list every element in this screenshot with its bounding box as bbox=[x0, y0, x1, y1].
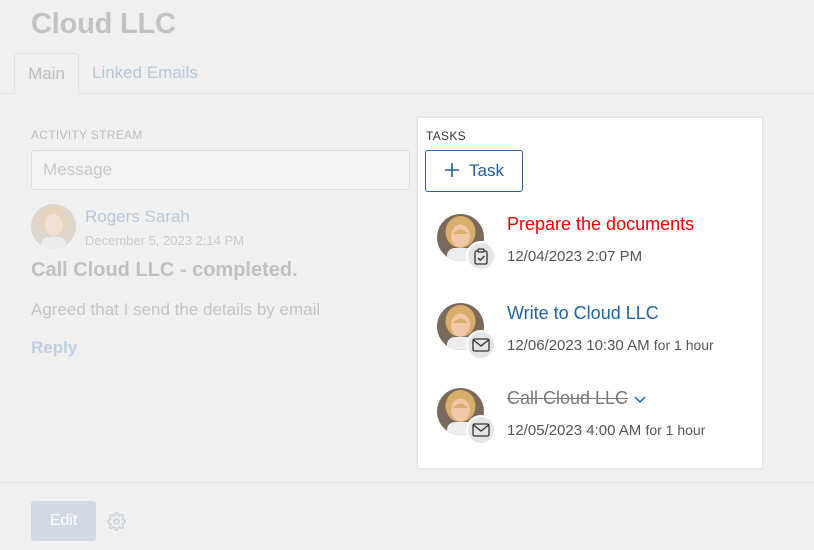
task-item: Call Cloud LLC 12/05/2023 4:00 AM for 1 … bbox=[418, 388, 764, 458]
task-datetime: 12/06/2023 10:30 AM for 1 hour bbox=[507, 337, 714, 354]
task-date: 12/04/2023 2:07 PM bbox=[507, 248, 643, 265]
reply-link[interactable]: Reply bbox=[31, 338, 77, 358]
task-duration: for 1 hour bbox=[645, 422, 706, 438]
footer-divider bbox=[0, 482, 814, 483]
task-title[interactable]: Write to Cloud LLC bbox=[507, 303, 659, 324]
tab-main[interactable]: Main bbox=[14, 53, 79, 94]
post-body: Agreed that I send the details by email bbox=[31, 300, 321, 319]
task-clipboard-icon bbox=[466, 241, 496, 271]
post-author-name[interactable]: Rogers Sarah bbox=[85, 207, 190, 227]
email-envelope-icon bbox=[466, 415, 496, 445]
tasks-label: TASKS bbox=[426, 129, 466, 143]
tasks-popup: TASKS Task Prepare the documents 12/04/2… bbox=[417, 117, 763, 469]
task-item: Prepare the documents 12/04/2023 2:07 PM bbox=[418, 214, 764, 284]
page-title: Cloud LLC bbox=[31, 8, 176, 40]
post-author-avatar bbox=[31, 204, 76, 249]
task-date: 12/05/2023 4:00 AM bbox=[507, 422, 642, 439]
task-datetime: 12/05/2023 4:00 AM for 1 hour bbox=[507, 422, 705, 439]
tab-linked-emails[interactable]: Linked Emails bbox=[92, 53, 198, 94]
task-date: 12/06/2023 10:30 AM bbox=[507, 337, 650, 354]
post-date: December 5, 2023 2:14 PM bbox=[85, 233, 244, 248]
edit-button[interactable]: Edit bbox=[31, 501, 96, 541]
add-task-label: Task bbox=[469, 161, 504, 180]
plus-icon bbox=[444, 161, 460, 181]
tab-bar: Main Linked Emails bbox=[0, 53, 814, 94]
task-item: Write to Cloud LLC 12/06/2023 10:30 AM f… bbox=[418, 303, 764, 373]
gear-icon[interactable] bbox=[107, 512, 126, 531]
task-title[interactable]: Prepare the documents bbox=[507, 214, 694, 235]
email-envelope-icon bbox=[466, 330, 496, 360]
message-input[interactable] bbox=[31, 150, 410, 190]
task-datetime: 12/04/2023 2:07 PM bbox=[507, 248, 642, 265]
task-title[interactable]: Call Cloud LLC bbox=[507, 388, 628, 409]
activity-stream-label: ACTIVITY STREAM bbox=[31, 128, 143, 142]
add-task-button[interactable]: Task bbox=[425, 150, 523, 192]
post-title: Call Cloud LLC - completed. bbox=[31, 259, 298, 281]
task-duration: for 1 hour bbox=[653, 337, 714, 353]
chevron-down-icon[interactable] bbox=[633, 392, 647, 406]
